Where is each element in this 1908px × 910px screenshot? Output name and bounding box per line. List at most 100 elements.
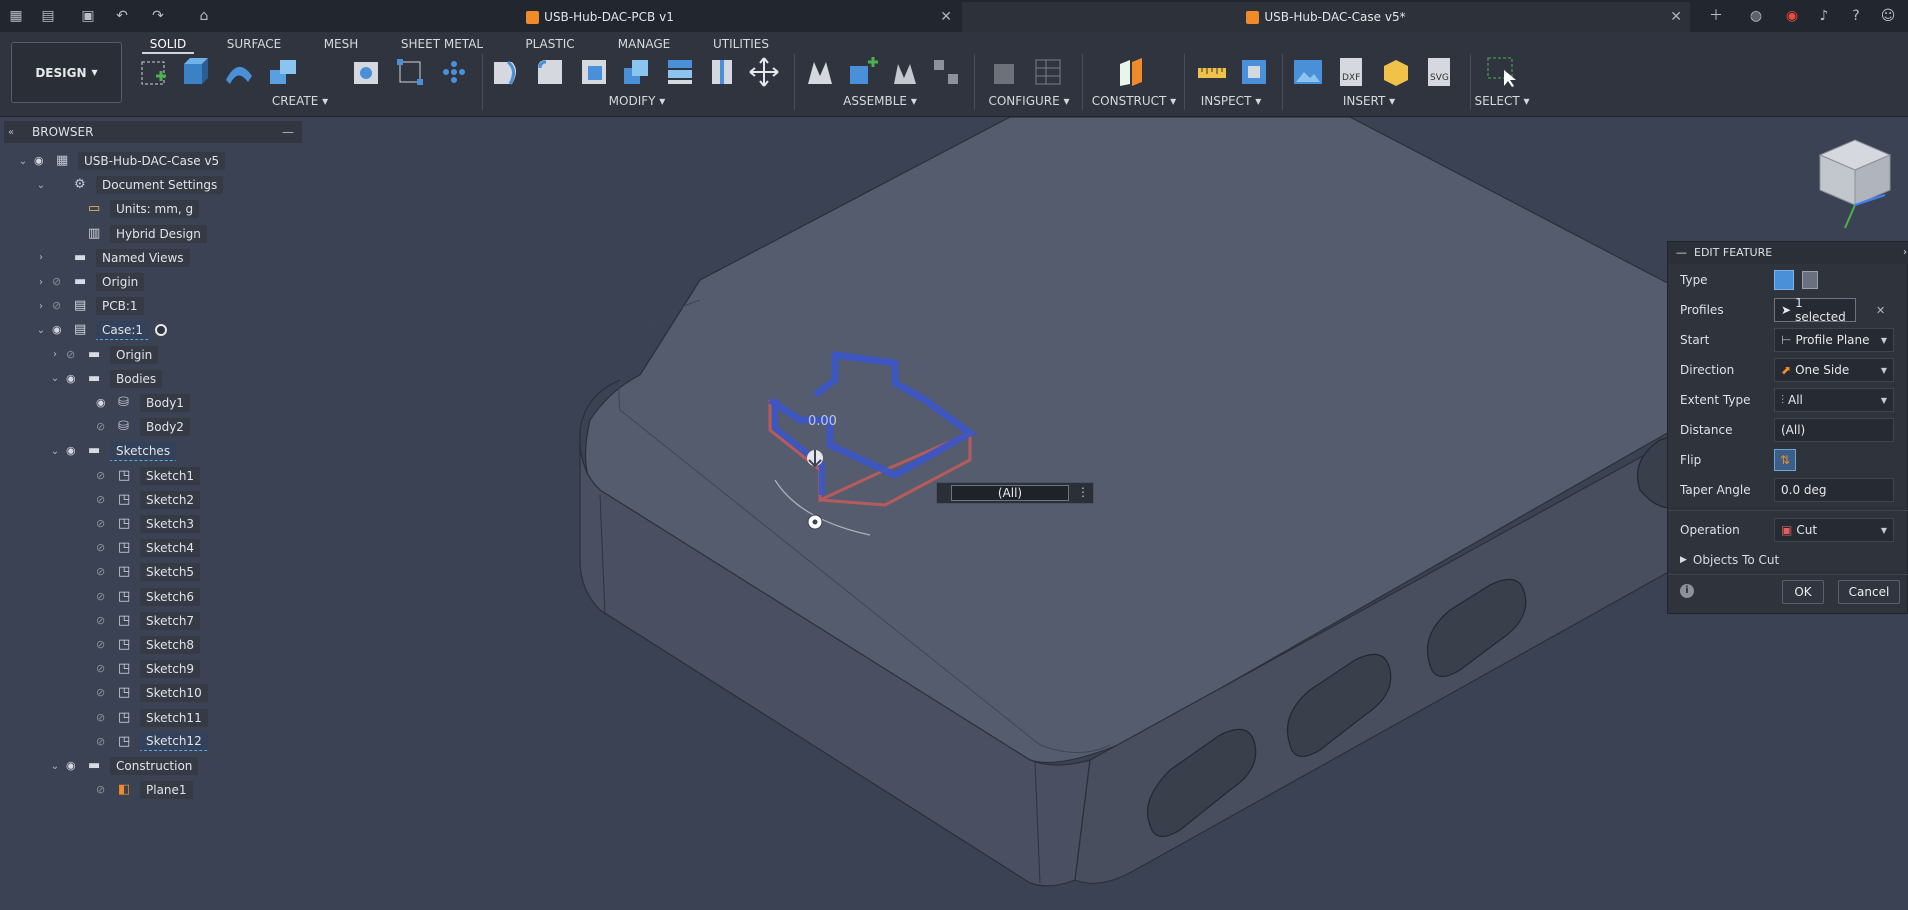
tree-item[interactable]: ⌄ ◉ ▬ Bodies [48, 369, 163, 389]
tree-item[interactable]: ▭ Units: mm, g [48, 199, 200, 219]
tree-item[interactable]: ⊘ ◧ Plane1 [78, 780, 193, 800]
eye-hidden-icon[interactable]: ⊘ [96, 421, 112, 433]
tab-utilities[interactable]: UTILITIES [710, 34, 772, 54]
insert-image-icon[interactable] [1292, 56, 1324, 88]
eye-hidden-icon[interactable]: ⊘ [96, 687, 112, 699]
sweep-icon[interactable] [266, 56, 298, 88]
type-extrude-icon[interactable] [1774, 270, 1794, 290]
motion-link-icon[interactable] [930, 56, 962, 88]
bell-icon[interactable]: ♪ [1814, 6, 1834, 26]
configure-menu[interactable]: CONFIGURE ▾ [984, 94, 1074, 108]
notifications-icon[interactable]: ◉ [1782, 6, 1802, 26]
offset-plane-icon[interactable] [1116, 56, 1148, 88]
tab-plastic[interactable]: PLASTIC [522, 34, 578, 54]
eye-hidden-icon[interactable]: ⊘ [96, 590, 112, 603]
eye-icon[interactable]: ◉ [66, 760, 82, 772]
more-options-icon[interactable]: ⋮ [1077, 485, 1089, 499]
tree-item[interactable]: ⊘ ◳ Sketch12 [78, 732, 208, 752]
document-tab-pcb[interactable]: USB-Hub-DAC-PCB v1 ✕ [240, 2, 960, 32]
press-pull-icon[interactable] [490, 56, 522, 88]
tree-item[interactable]: ⌄ ◉ ▤ Case:1 [34, 320, 168, 340]
eye-hidden-icon[interactable]: ⊘ [52, 300, 68, 312]
type-thin-extrude-icon[interactable] [1802, 271, 1818, 289]
measure-icon[interactable] [1196, 56, 1228, 88]
select-icon[interactable] [1486, 56, 1518, 88]
table-icon[interactable] [1032, 56, 1064, 88]
tree-item[interactable]: ⌄ ◉ ▬ Sketches [48, 441, 177, 461]
tree-item[interactable]: ⊘ ◳ Sketch8 [78, 635, 201, 655]
create-menu[interactable]: CREATE ▾ [270, 94, 330, 108]
section-analysis-icon[interactable] [1238, 56, 1270, 88]
select-menu[interactable]: SELECT ▾ [1472, 94, 1532, 108]
chevron-down-icon[interactable]: ⌄ [16, 156, 30, 167]
floating-input-value[interactable]: (All) [951, 485, 1069, 501]
tab-mesh[interactable]: MESH [318, 34, 364, 54]
operation-dropdown[interactable]: ▣ Cut ▼ [1774, 518, 1894, 542]
tree-item[interactable]: ⊘ ◳ Sketch1 [78, 466, 201, 486]
clear-selection-icon[interactable]: ✕ [1876, 304, 1885, 317]
shell-icon[interactable] [578, 56, 610, 88]
fillet-icon[interactable] [534, 56, 566, 88]
eye-hidden-icon[interactable]: ⊘ [96, 493, 112, 506]
eye-hidden-icon[interactable]: ⊘ [96, 784, 112, 796]
chevron-right-icon[interactable]: › [34, 277, 48, 288]
as-built-joint-icon[interactable] [890, 56, 922, 88]
eye-icon[interactable]: ◉ [52, 324, 68, 336]
eye-hidden-icon[interactable]: ⊘ [52, 276, 68, 288]
eye-hidden-icon[interactable]: ⊘ [96, 518, 112, 530]
move-icon[interactable] [748, 56, 780, 88]
create-sketch-icon[interactable] [138, 56, 170, 88]
minimize-icon[interactable]: — [282, 125, 294, 139]
combine-icon[interactable] [620, 56, 652, 88]
expand-icon[interactable]: › [1903, 242, 1907, 264]
home-icon[interactable]: ⌂ [194, 6, 214, 26]
insert-dxf-icon[interactable]: DXF [1336, 56, 1368, 88]
chevron-down-icon[interactable]: ⌄ [34, 180, 48, 191]
activate-component-radio[interactable] [155, 324, 168, 337]
chevron-down-icon[interactable]: ⌄ [48, 446, 62, 457]
tree-item[interactable]: › ▬ Named Views [34, 248, 190, 268]
collapse-icon[interactable]: — [1676, 242, 1687, 264]
eye-hidden-icon[interactable]: ⊘ [96, 469, 112, 482]
undo-icon[interactable]: ↶ [112, 6, 132, 26]
collapse-panel-icon[interactable]: « [8, 127, 14, 138]
construct-menu[interactable]: CONSTRUCT ▾ [1090, 94, 1178, 108]
inspect-menu[interactable]: INSPECT ▾ [1196, 94, 1266, 108]
tree-item[interactable]: › ⊘ ▤ PCB:1 [34, 296, 144, 316]
tab-surface[interactable]: SURFACE [222, 34, 286, 54]
tree-item[interactable]: ⊘ ◳ Sketch5 [78, 562, 201, 582]
file-icon[interactable]: ▤ [38, 6, 58, 26]
user-icon[interactable]: ☺ [1878, 6, 1898, 26]
eye-hidden-icon[interactable]: ⊘ [96, 566, 112, 578]
profiles-selector[interactable]: ➤ 1 selected [1774, 296, 1856, 324]
chevron-right-icon[interactable]: › [34, 301, 48, 312]
objects-to-cut-row[interactable]: ▶ Objects To Cut [1680, 548, 1902, 572]
eye-hidden-icon[interactable]: ⊘ [96, 639, 112, 651]
hole-icon[interactable] [350, 56, 382, 88]
eye-hidden-icon[interactable]: ⊘ [66, 348, 82, 361]
chevron-down-icon[interactable]: ⌄ [48, 761, 62, 772]
tree-item[interactable]: ▥ Hybrid Design [48, 224, 207, 244]
extent-type-dropdown[interactable]: ⫶ All ▼ [1774, 388, 1894, 412]
extrude-icon[interactable] [178, 56, 210, 88]
eye-icon[interactable]: ◉ [34, 155, 50, 167]
tree-item[interactable]: ⊘ ◳ Sketch2 [78, 490, 201, 510]
chevron-down-icon[interactable]: ⌄ [48, 373, 62, 384]
tree-item[interactable]: ⊘ ◳ Sketch3 [78, 514, 201, 534]
grid-icon[interactable]: ▦ [6, 6, 26, 26]
tree-item[interactable]: › ⊘ ▬ Origin [48, 345, 159, 365]
tab-solid[interactable]: SOLID [142, 34, 194, 54]
pattern-icon[interactable] [438, 56, 470, 88]
distance-input[interactable]: (All) [1774, 418, 1894, 442]
flip-toggle-icon[interactable]: ⇅ [1774, 449, 1796, 471]
tree-item[interactable]: ⌄ ◉ ▬ Construction [48, 756, 199, 776]
add-tab-icon[interactable]: ＋ [1706, 6, 1726, 26]
document-tab-case[interactable]: USB-Hub-DAC-Case v5* ✕ [962, 2, 1690, 32]
chevron-right-icon[interactable]: › [48, 349, 62, 360]
eye-hidden-icon[interactable]: ⊘ [96, 663, 112, 675]
tree-item[interactable]: ⌄ ⚙ Document Settings [34, 175, 224, 195]
info-icon[interactable]: i [1680, 584, 1694, 598]
start-dropdown[interactable]: ⊢ Profile Plane ▼ [1774, 328, 1894, 352]
extent-floating-input[interactable]: (All) ⋮ [936, 482, 1094, 504]
online-icon[interactable]: ◍ [1746, 6, 1766, 26]
